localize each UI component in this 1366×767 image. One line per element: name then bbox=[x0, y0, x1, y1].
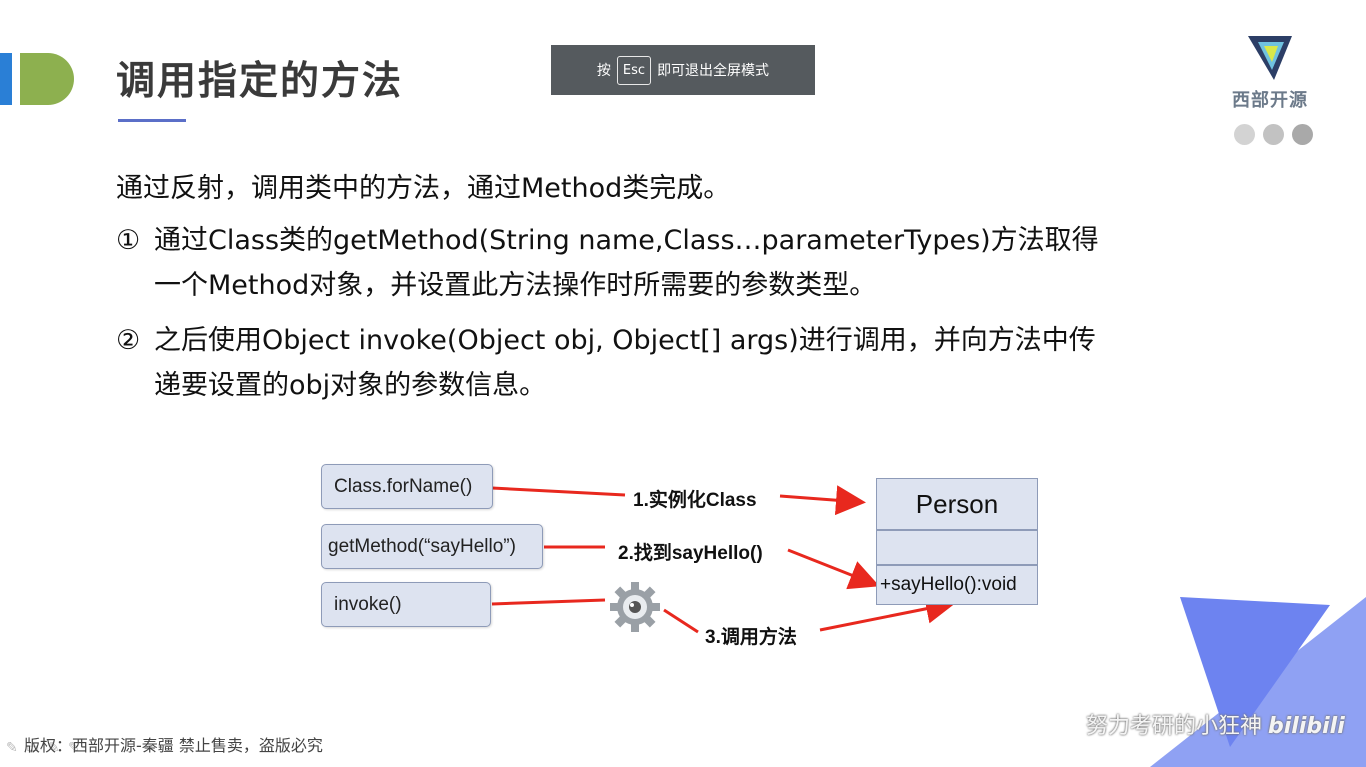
title-underline bbox=[118, 119, 186, 122]
dot bbox=[1292, 124, 1313, 145]
arrow-step1-b bbox=[779, 485, 866, 516]
arrow-step2-b bbox=[787, 548, 880, 590]
accent-half-circle bbox=[20, 53, 74, 105]
arrow-step1-a bbox=[491, 486, 626, 497]
dot bbox=[1234, 124, 1255, 145]
item-marker: ① bbox=[116, 225, 141, 256]
arrow-step3-c bbox=[819, 593, 956, 632]
item-line: 之后使用Object invoke(Object obj, Object[] a… bbox=[154, 325, 1096, 356]
toast-prefix: 按 bbox=[596, 63, 611, 79]
item-line: 通过Class类的getMethod(String name,Class…par… bbox=[154, 225, 1099, 256]
accent-bar bbox=[0, 53, 12, 105]
esc-key-badge: Esc bbox=[616, 55, 652, 85]
toast-suffix: 即可退出全屏模式 bbox=[657, 63, 770, 79]
logo-text: 西部开源 bbox=[1232, 90, 1308, 111]
class-method: +sayHello():void bbox=[876, 565, 1038, 605]
list-item: ② 之后使用Object invoke(Object obj, Object[] … bbox=[116, 318, 1196, 408]
reflection-diagram: Class.forName() getMethod(“sayHello”) in… bbox=[300, 450, 1060, 680]
item-line: 递要设置的obj对象的参数信息。 bbox=[154, 370, 547, 401]
fullscreen-toast: 按 Esc 即可退出全屏模式 bbox=[551, 45, 815, 95]
class-name: Person bbox=[876, 478, 1038, 530]
corner-triangles bbox=[1150, 597, 1366, 767]
arrow-step3-b bbox=[663, 608, 699, 634]
logo-mark-icon bbox=[1248, 36, 1292, 80]
item-line: 一个Method对象，并设置此方法操作时所需要的参数类型。 bbox=[154, 270, 877, 301]
dot bbox=[1263, 124, 1284, 145]
node-forname: Class.forName() bbox=[321, 464, 493, 509]
node-invoke: invoke() bbox=[321, 582, 491, 627]
step1-label: 1.实例化Class bbox=[633, 490, 757, 511]
watermark-brand: bilibili bbox=[1268, 714, 1345, 739]
progress-dots bbox=[1234, 124, 1313, 145]
watermark: 努力考研的小狂神 bilibili bbox=[1086, 708, 1345, 740]
node-getmethod: getMethod(“sayHello”) bbox=[321, 524, 543, 569]
copyright-text: 版权：西部开源-秦疆 禁止售卖，盗版必究 bbox=[24, 736, 323, 755]
class-fields bbox=[876, 530, 1038, 565]
gear-icon bbox=[610, 582, 660, 632]
item-marker: ② bbox=[116, 325, 141, 356]
watermark-text: 努力考研的小狂神 bbox=[1086, 714, 1263, 739]
list-item: ① 通过Class类的getMethod(String name,Class…pa… bbox=[116, 218, 1196, 308]
step2-label: 2.找到sayHello() bbox=[618, 543, 763, 564]
slide-title: 调用指定的方法 bbox=[116, 59, 404, 104]
arrow-step3-a bbox=[491, 598, 606, 606]
intro-text: 通过反射，调用类中的方法，通过Method类完成。 bbox=[116, 173, 731, 204]
step3-label: 3.调用方法 bbox=[705, 627, 797, 648]
